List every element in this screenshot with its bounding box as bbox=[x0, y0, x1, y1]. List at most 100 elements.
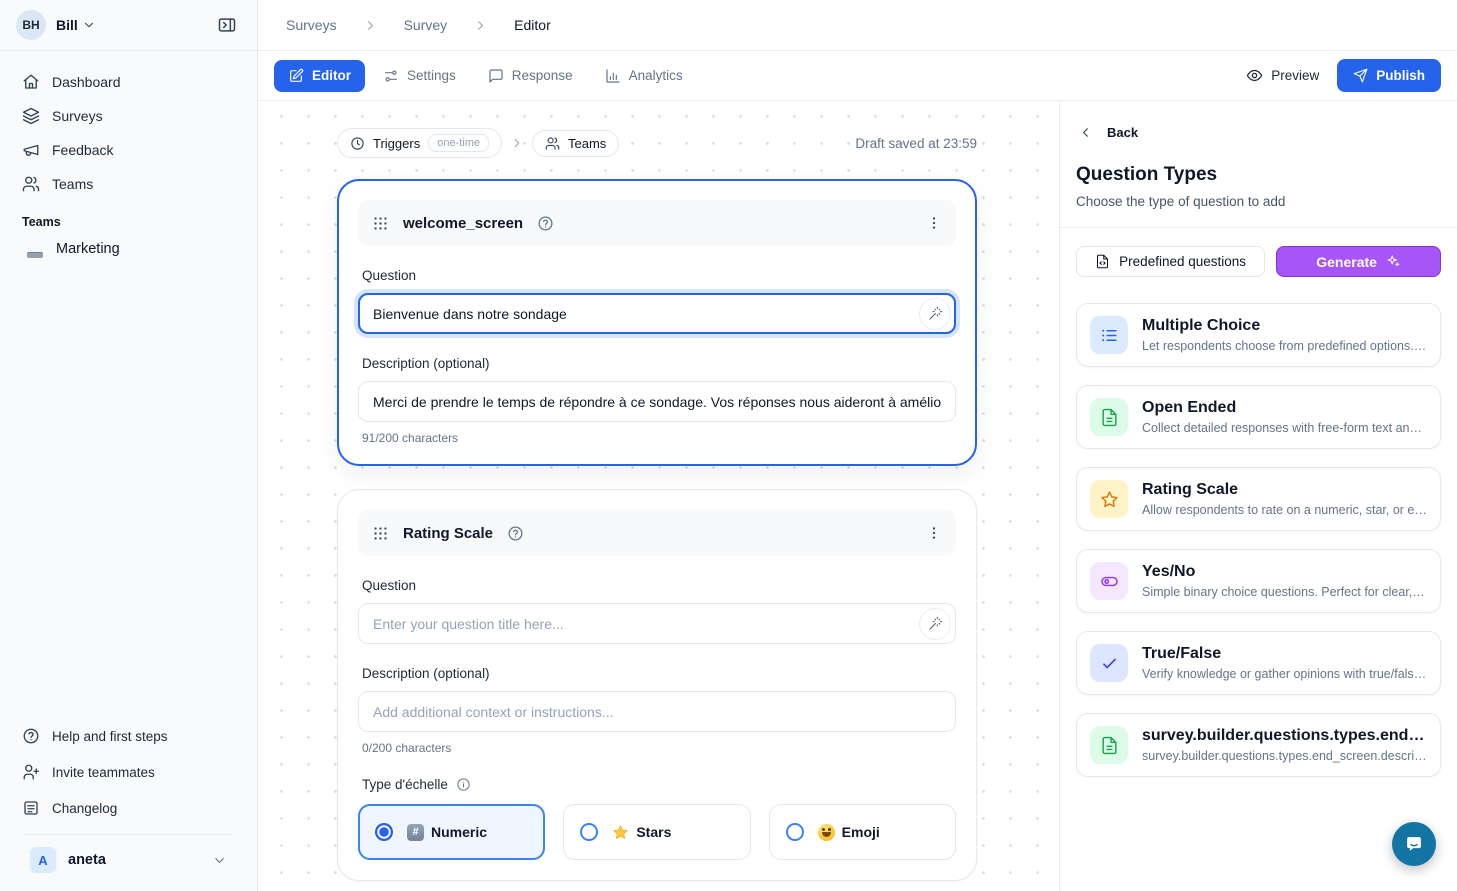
user-plus-icon bbox=[22, 763, 40, 781]
scale-option-numeric[interactable]: # Numeric bbox=[358, 804, 545, 860]
scale-type-options: # Numeric Stars bbox=[358, 804, 956, 860]
sidebar-item-help[interactable]: Help and first steps bbox=[12, 718, 245, 754]
sliders-icon bbox=[383, 68, 399, 84]
help-circle-icon[interactable] bbox=[537, 215, 554, 232]
question-title-input[interactable] bbox=[358, 603, 956, 644]
question-type-rating-scale[interactable]: Rating Scale Allow respondents to rate o… bbox=[1076, 467, 1441, 531]
main-area: Surveys Survey Editor Editor Settings Re… bbox=[258, 0, 1457, 891]
sidebar-item-teams[interactable]: Teams bbox=[12, 167, 245, 201]
sidebar-item-invite[interactable]: Invite teammates bbox=[12, 754, 245, 790]
scale-option-label: Emoji bbox=[842, 824, 880, 840]
question-type-list: Multiple Choice Let respondents choose f… bbox=[1076, 303, 1441, 777]
scale-option-label: Stars bbox=[636, 824, 671, 840]
question-type-description: survey.builder.questions.types.end_scree… bbox=[1142, 749, 1427, 763]
smiley-emoji-icon bbox=[818, 824, 835, 841]
predefined-questions-button[interactable]: Predefined questions bbox=[1076, 246, 1265, 277]
info-icon bbox=[456, 777, 471, 792]
footer-item-label: Invite teammates bbox=[52, 765, 155, 780]
question-type-open-ended[interactable]: Open Ended Collect detailed responses wi… bbox=[1076, 385, 1441, 449]
tab-settings[interactable]: Settings bbox=[369, 60, 470, 92]
chevron-down-icon bbox=[82, 18, 96, 32]
scale-option-emoji[interactable]: Emoji bbox=[769, 804, 956, 860]
team-label: Marketing bbox=[56, 241, 120, 257]
file-text-icon bbox=[1090, 726, 1128, 764]
sidebar-item-changelog[interactable]: Changelog bbox=[12, 790, 245, 826]
triggers-chip[interactable]: Triggers one-time bbox=[337, 128, 502, 158]
tab-analytics[interactable]: Analytics bbox=[591, 60, 697, 92]
scale-type-label: Type d'échelle bbox=[362, 777, 952, 792]
scale-option-stars[interactable]: Stars bbox=[563, 804, 750, 860]
tab-editor[interactable]: Editor bbox=[274, 60, 365, 92]
edit-icon bbox=[288, 68, 304, 84]
char-count: 0/200 characters bbox=[362, 741, 952, 755]
chevron-right-icon bbox=[473, 18, 488, 33]
question-card-rating-scale[interactable]: Rating Scale Question bbox=[337, 489, 977, 881]
account-menu[interactable]: A aneta bbox=[24, 834, 233, 881]
question-type-multiple-choice[interactable]: Multiple Choice Let respondents choose f… bbox=[1076, 303, 1441, 367]
breadcrumb-survey[interactable]: Survey bbox=[404, 17, 448, 33]
sidebar-item-dashboard[interactable]: Dashboard bbox=[12, 65, 245, 99]
back-button[interactable]: Back bbox=[1076, 125, 1441, 140]
question-type-description: Simple binary choice questions. Perfect … bbox=[1142, 585, 1427, 599]
sidebar-item-feedback[interactable]: Feedback bbox=[12, 133, 245, 167]
sidebar-item-label: Dashboard bbox=[52, 74, 121, 90]
footer-item-label: Help and first steps bbox=[52, 729, 168, 744]
file-code-icon bbox=[1095, 254, 1110, 269]
chat-bubble-icon bbox=[1403, 833, 1425, 855]
question-description-input[interactable] bbox=[358, 691, 956, 732]
question-type-title: Yes/No bbox=[1142, 563, 1427, 581]
sidebar-item-label: Surveys bbox=[52, 108, 103, 124]
ai-rewrite-button[interactable] bbox=[919, 608, 951, 640]
tab-response[interactable]: Response bbox=[474, 60, 587, 92]
star-emoji-icon bbox=[612, 824, 629, 841]
toggle-icon bbox=[1090, 562, 1128, 600]
question-type-title: Multiple Choice bbox=[1142, 317, 1427, 335]
question-type-end-screen[interactable]: survey.builder.questions.types.end_scr..… bbox=[1076, 713, 1441, 777]
question-types-panel: Back Question Types Choose the type of q… bbox=[1059, 101, 1457, 891]
list-icon bbox=[1090, 316, 1128, 354]
tab-label: Analytics bbox=[629, 68, 683, 83]
radio-unselected[interactable] bbox=[786, 823, 804, 841]
sidebar-section-teams: Teams bbox=[12, 201, 245, 233]
kebab-menu-icon[interactable] bbox=[926, 215, 942, 231]
breadcrumb: Surveys Survey Editor bbox=[258, 0, 1457, 51]
sparkles-icon bbox=[1386, 254, 1401, 269]
generate-button[interactable]: Generate bbox=[1276, 246, 1441, 277]
question-description-input[interactable] bbox=[358, 381, 956, 422]
teams-chip[interactable]: Teams bbox=[532, 130, 619, 157]
help-circle-icon[interactable] bbox=[507, 525, 524, 542]
users-icon bbox=[545, 136, 560, 151]
editor-canvas: Triggers one-time Teams Draft saved at 2… bbox=[258, 101, 1059, 891]
message-square-icon bbox=[488, 68, 504, 84]
workspace-avatar: BH bbox=[16, 10, 46, 40]
sidebar-item-label: Feedback bbox=[52, 142, 113, 158]
newspaper-icon bbox=[22, 799, 40, 817]
question-card-welcome-screen[interactable]: welcome_screen Question bbox=[337, 179, 977, 466]
sidebar-team-marketing[interactable]: Marketing bbox=[12, 233, 245, 265]
preview-button[interactable]: Preview bbox=[1246, 67, 1319, 84]
question-type-yes-no[interactable]: Yes/No Simple binary choice questions. P… bbox=[1076, 549, 1441, 613]
question-title-input[interactable] bbox=[358, 293, 956, 334]
question-type-description: Allow respondents to rate on a numeric, … bbox=[1142, 503, 1427, 517]
question-label: Question bbox=[362, 268, 952, 283]
radio-unselected[interactable] bbox=[580, 823, 598, 841]
question-card-title: welcome_screen bbox=[403, 215, 523, 232]
question-card-header: welcome_screen bbox=[358, 200, 956, 246]
kebab-menu-icon[interactable] bbox=[926, 525, 942, 541]
canvas-toolbar: Triggers one-time Teams Draft saved at 2… bbox=[337, 128, 977, 158]
breadcrumb-surveys[interactable]: Surveys bbox=[286, 17, 337, 33]
help-circle-icon bbox=[22, 727, 40, 745]
ai-rewrite-button[interactable] bbox=[919, 298, 951, 330]
sidebar-item-surveys[interactable]: Surveys bbox=[12, 99, 245, 133]
drag-handle-icon[interactable] bbox=[372, 525, 389, 542]
users-icon bbox=[22, 175, 40, 193]
drag-handle-icon[interactable] bbox=[372, 215, 389, 232]
chat-support-button[interactable] bbox=[1392, 822, 1436, 866]
megaphone-icon bbox=[22, 141, 40, 159]
publish-button[interactable]: Publish bbox=[1337, 59, 1441, 92]
radio-selected[interactable] bbox=[375, 823, 393, 841]
sidebar-collapse-button[interactable] bbox=[211, 9, 243, 41]
question-type-true-false[interactable]: True/False Verify knowledge or gather op… bbox=[1076, 631, 1441, 695]
scale-option-label: Numeric bbox=[431, 824, 487, 840]
workspace-switcher[interactable]: BH Bill bbox=[0, 0, 257, 51]
